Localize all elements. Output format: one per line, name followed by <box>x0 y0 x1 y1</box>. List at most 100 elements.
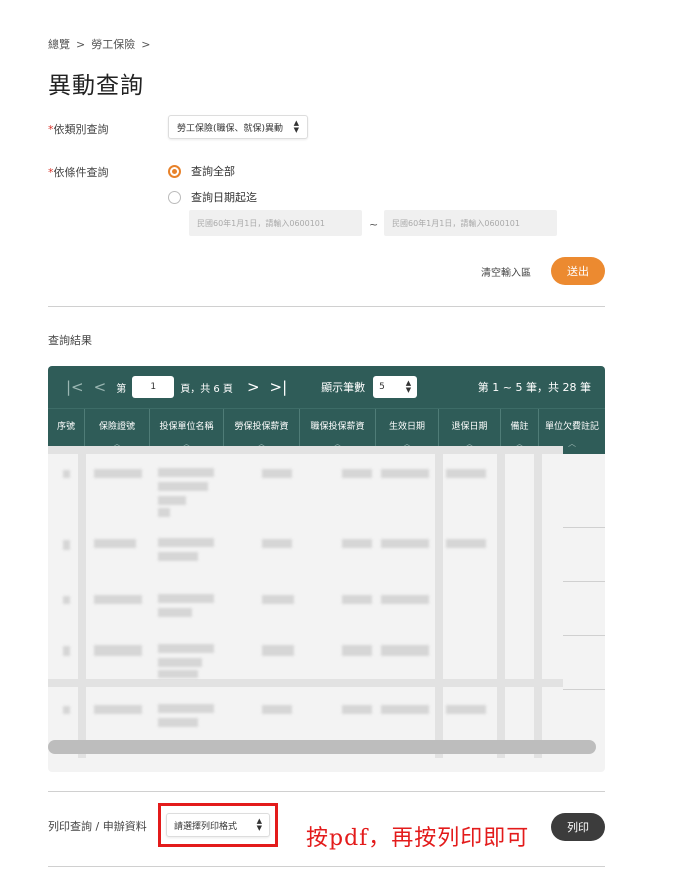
horizontal-scrollbar[interactable] <box>48 740 596 754</box>
sort-up-icon[interactable]: ︿ <box>568 438 576 449</box>
divider <box>48 866 605 867</box>
radio-query-date-label: 查詢日期起迄 <box>191 191 257 204</box>
divider <box>48 306 605 307</box>
redacted-gridline <box>48 446 563 454</box>
radio-query-date-range[interactable]: 查詢日期起迄 <box>168 189 257 205</box>
table-body <box>48 446 605 758</box>
redacted-cell <box>94 595 142 604</box>
sort-caret-icon: ▲ ▼ <box>405 379 412 394</box>
print-section-label: 列印查詢 / 申辦資料 <box>48 820 147 833</box>
redacted-cell <box>446 539 486 548</box>
results-table: |< < 第 1 頁，共 6 頁 > >| 顯示筆數 5 ▲ ▼ 第 1 ~ 5 … <box>48 366 605 772</box>
redacted-cell <box>63 470 70 478</box>
redacted-cell <box>262 705 292 714</box>
next-page-icon[interactable]: > <box>247 378 260 396</box>
radio-query-all[interactable]: 查詢全部 <box>168 163 235 179</box>
redacted-cell <box>342 469 372 478</box>
redacted-cell <box>63 646 70 656</box>
col-header-label: 投保單位名稱 <box>159 422 214 432</box>
radio-query-all-label: 查詢全部 <box>191 165 235 178</box>
col-header-label: 備註 <box>510 422 529 432</box>
redacted-cell <box>446 705 486 714</box>
breadcrumb: 總覽 > 勞工保險 > <box>48 36 150 52</box>
page-title: 異動查詢 <box>48 73 144 99</box>
radio-unchecked-icon[interactable] <box>168 190 181 204</box>
col-header-label: 單位欠費註記 <box>544 422 599 432</box>
col-header-label: 勞保投保薪資 <box>234 422 289 432</box>
table-row[interactable] <box>48 642 605 692</box>
redacted-cell <box>94 469 142 478</box>
col-header-label: 退保日期 <box>451 422 488 432</box>
condition-filter-label: *依條件查詢 <box>48 164 109 180</box>
table-row[interactable] <box>48 466 605 526</box>
redacted-cell <box>446 469 486 478</box>
redacted-cell <box>342 645 372 656</box>
redacted-cell <box>63 706 70 714</box>
redacted-cell <box>342 705 372 714</box>
row-separator <box>563 527 605 528</box>
redacted-cell <box>158 538 214 547</box>
print-format-value: 請選擇列印格式 <box>174 821 238 832</box>
annotation-text: 按pdf，再按列印即可 <box>306 826 530 851</box>
radio-checked-icon[interactable] <box>168 164 181 178</box>
redacted-cell <box>94 645 142 656</box>
category-filter-label-text: 依類別查詢 <box>53 123 109 136</box>
print-format-select[interactable]: 請選擇列印格式 ▲ ▼ <box>166 813 270 837</box>
col-header-label: 生效日期 <box>388 422 425 432</box>
redacted-cell <box>158 608 192 617</box>
redacted-cell <box>158 594 214 603</box>
redacted-cell <box>262 469 292 478</box>
redacted-cell <box>158 508 170 517</box>
redacted-cell <box>381 645 429 656</box>
print-button[interactable]: 列印 <box>551 813 605 841</box>
date-to-input[interactable]: 民國60年1月1日，請輸入0600101 <box>384 210 557 236</box>
divider <box>48 791 605 792</box>
breadcrumb-overview[interactable]: 總覽 <box>48 36 70 52</box>
prev-page-icon[interactable]: < <box>94 378 107 396</box>
redacted-cell <box>262 539 292 548</box>
page-prefix: 第 <box>116 383 127 395</box>
per-page-select[interactable]: 5 ▲ ▼ <box>373 376 418 398</box>
redacted-cell <box>262 645 294 656</box>
redacted-cell <box>342 595 372 604</box>
per-page-value: 5 <box>379 382 385 392</box>
redacted-cell <box>158 482 208 491</box>
sort-caret-icon: ▲ ▼ <box>293 119 299 134</box>
redacted-cell <box>158 704 214 713</box>
redacted-cell <box>94 539 136 548</box>
last-page-icon[interactable]: >| <box>270 378 288 396</box>
redacted-cell <box>158 670 198 678</box>
redacted-cell <box>94 705 142 714</box>
redacted-cell <box>158 658 202 667</box>
clear-input-button[interactable]: 清空輸入區 <box>481 264 531 279</box>
category-select[interactable]: 勞工保險(職保、就保)異動 ▲ ▼ <box>168 115 308 139</box>
submit-button[interactable]: 送出 <box>551 257 605 285</box>
page-number-input[interactable]: 1 <box>132 376 175 398</box>
print-format-highlight: 請選擇列印格式 ▲ ▼ <box>158 803 278 847</box>
breadcrumb-labor-insurance[interactable]: 勞工保險 <box>91 36 135 52</box>
redacted-cell <box>381 539 429 548</box>
redacted-cell <box>381 595 429 604</box>
breadcrumb-separator: > <box>76 37 86 51</box>
pagination-toolbar: |< < 第 1 頁，共 6 頁 > >| 顯示筆數 5 ▲ ▼ 第 1 ~ 5 … <box>48 366 605 408</box>
first-page-icon[interactable]: |< <box>66 378 84 396</box>
redacted-cell <box>158 552 198 561</box>
record-range-text: 第 1 ~ 5 筆，共 28 筆 <box>477 381 591 394</box>
col-header-label: 序號 <box>56 422 75 432</box>
redacted-cell <box>342 539 372 548</box>
redacted-cell <box>381 469 429 478</box>
condition-filter-label-text: 依條件查詢 <box>53 166 109 179</box>
page-suffix: 頁，共 6 頁 <box>180 383 233 395</box>
table-row[interactable] <box>48 536 605 586</box>
table-row[interactable] <box>48 702 605 742</box>
redacted-cell <box>158 468 214 477</box>
date-from-input[interactable]: 民國60年1月1日，請輸入0600101 <box>189 210 362 236</box>
redacted-cell <box>262 595 294 604</box>
table-row[interactable] <box>48 592 605 642</box>
redacted-cell <box>63 540 70 550</box>
redacted-cell <box>158 496 186 505</box>
per-page-label: 顯示筆數 <box>321 381 366 394</box>
col-header-label: 職保投保薪資 <box>310 422 365 432</box>
results-section-title: 查詢結果 <box>48 334 92 347</box>
date-range-separator: ~ <box>369 218 379 231</box>
